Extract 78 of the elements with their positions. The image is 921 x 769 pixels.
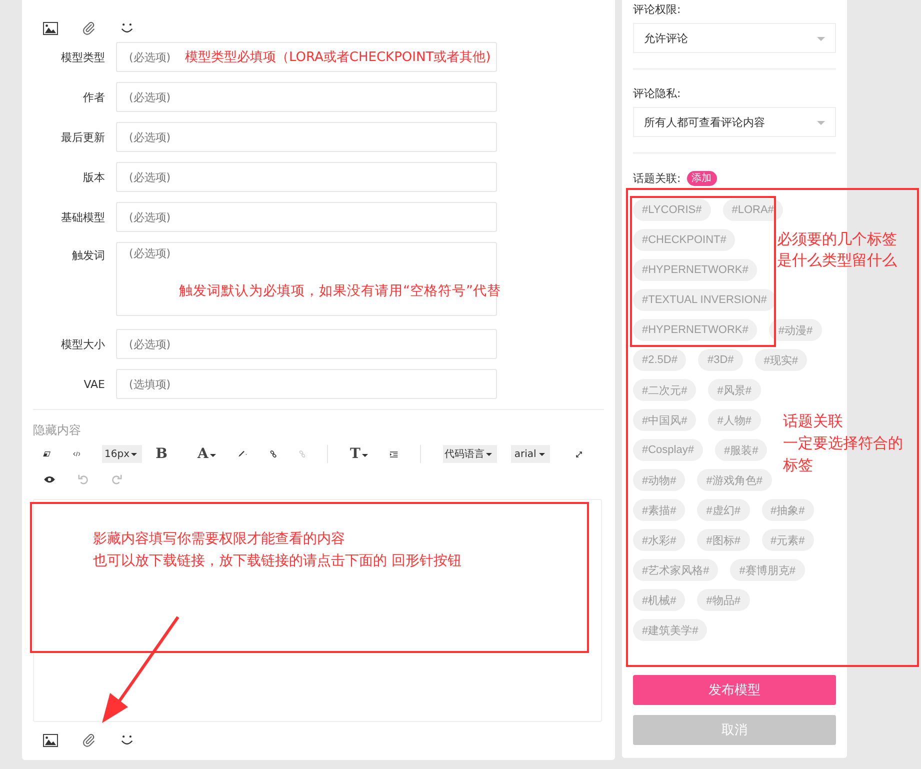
heading-button[interactable]: T [350,446,368,462]
smiley-icon[interactable] [120,734,134,746]
input-field[interactable]: (必选项) [129,246,185,268]
topic-tag[interactable]: #服装# [714,439,768,461]
topic-tag[interactable]: #风景# [708,379,760,401]
topic-tag[interactable]: #赛博朋克# [730,559,804,581]
publish-button[interactable]: 发布模型 [633,675,836,705]
topic-tag[interactable]: #Cosplay# [633,439,703,461]
field-label: 作者 [82,90,105,104]
link-icon[interactable] [270,448,277,460]
topic-tag[interactable]: #图标# [697,529,750,551]
topic-tag[interactable]: #元素# [762,529,814,551]
topic-tag[interactable]: #虚幻# [697,499,750,521]
annotation-text: 模型类型必填项（LORA或者CHECKPOINT或者其他) [185,49,491,66]
bold-button[interactable]: B [156,446,176,462]
field-label: 评论权限: [633,2,682,18]
section-title: 隐藏内容 [33,422,82,439]
topic-tag[interactable]: #HYPERNETWORK# [633,319,758,341]
topic-tag[interactable]: #现实# [754,349,808,371]
code-language-dropdown[interactable]: 代码语言 [442,445,497,463]
indent-icon[interactable] [390,448,398,460]
paperclip-icon[interactable] [82,21,96,35]
font-color-button[interactable]: A [198,446,216,462]
topic-tag[interactable]: #水彩# [633,529,686,551]
topic-tag[interactable]: #物品# [697,589,750,611]
font-size-dropdown[interactable]: 16px [102,445,142,463]
font-family-dropdown[interactable]: arial [510,445,550,463]
topic-tag[interactable]: #素描# [633,499,686,521]
input-field[interactable]: (必选项) [116,82,497,112]
topic-tag[interactable]: #游戏角色# [697,469,772,491]
topic-tag[interactable]: #2.5D# [633,349,686,371]
image-icon[interactable] [43,734,58,746]
input-field[interactable]: (选填项) [116,369,497,399]
field-label: 评论隐私: [633,86,682,102]
topic-tag[interactable]: #人物# [708,409,760,431]
input-field[interactable]: (必选项) [116,122,497,152]
paperclip-icon[interactable] [82,733,96,747]
image-icon[interactable] [43,22,58,34]
rich-text-editor[interactable]: 影藏内容填写你需要权限才能查看的内容 也可以放下载链接，放下载链接的请点击下面的 回形针按钮 [33,499,602,722]
annotation-text: 必须要的几个标签 是什么类型留什么 [777,229,897,271]
cancel-button[interactable]: 取消 [633,715,836,745]
field-frame[interactable]: (必选项) 模型类型必填项（LORA或者CHECKPOINT或者其他) [116,42,497,72]
smiley-icon[interactable] [120,22,134,34]
topic-tag[interactable]: #CHECKPOINT# [633,229,736,251]
topic-tag[interactable]: #艺术家风格# [633,559,718,581]
topic-tag[interactable]: #抽象# [762,499,814,521]
topic-tag[interactable]: #LYCORIS# [633,199,711,221]
annotation-text: 影藏内容填写你需要权限才能查看的内容 也可以放下载链接，放下载链接的请点击下面的 回形针按钮 [93,530,462,571]
eraser-icon[interactable] [43,449,51,459]
topic-tag[interactable]: #二次元# [633,379,696,401]
topic-tag[interactable]: #TEXTUAL INVERSION# [633,289,776,311]
expand-icon[interactable] [576,448,582,460]
field-label: 最后更新 [60,130,105,144]
input-field[interactable]: (必选项) [116,162,497,192]
input-field[interactable]: (必选项) [129,44,185,70]
topic-tag[interactable]: #中国风# [633,409,696,431]
topic-tag[interactable]: #建筑美学# [633,619,708,641]
field-label: VAE [82,378,105,390]
topic-tag[interactable]: #动漫# [769,319,822,341]
comment-privacy-dropdown[interactable]: 所有人都可查看评论内容 [633,107,836,137]
topic-tag[interactable]: #3D# [698,349,743,371]
comment-permission-dropdown[interactable]: 允许评论 [633,23,836,53]
input-field[interactable]: (必选项) [116,202,497,232]
field-label: 版本 [82,170,105,184]
topic-tag[interactable]: #动物# [633,469,686,491]
topic-tag[interactable]: #机械# [633,589,686,611]
input-field[interactable]: (必选项) [116,329,497,359]
field-label: 模型大小 [60,336,105,352]
code-icon[interactable] [72,449,80,459]
add-button[interactable]: 添加 [686,170,717,186]
field-label: 话题关联: [633,170,681,186]
annotation-text: 话题关联 一定要选择符合的 标签 [783,411,903,476]
field-label: 触发词 [71,248,105,263]
topic-tag[interactable]: #HYPERNETWORK# [633,259,758,281]
topic-tag[interactable]: #LORA# [722,199,783,221]
field-label: 基础模型 [60,210,105,224]
eye-icon[interactable] [43,474,56,484]
field-label: 模型类型 [60,50,105,64]
